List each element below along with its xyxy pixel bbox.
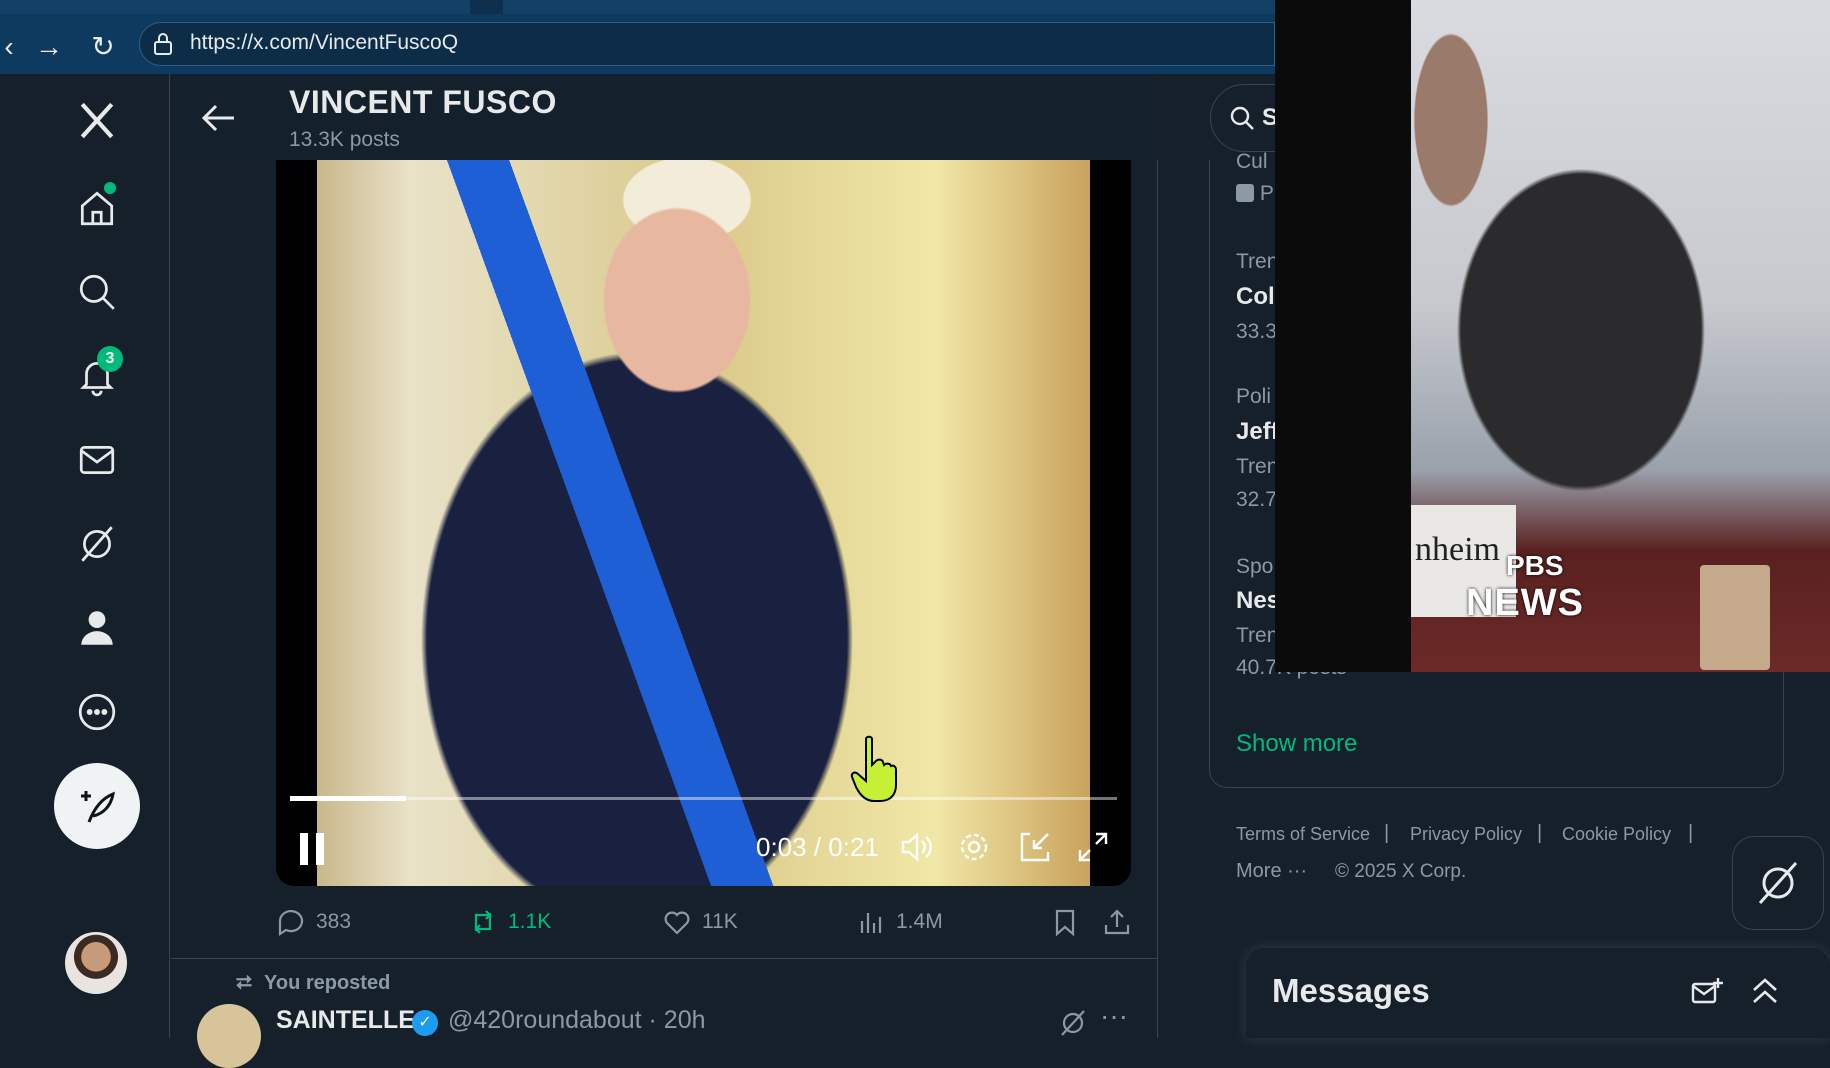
grok-icon (1758, 861, 1798, 905)
reply-icon (278, 910, 304, 937)
show-more-link[interactable]: Show more (1236, 730, 1357, 758)
trend-title[interactable]: Nes (1236, 587, 1280, 615)
hand-cursor-icon (850, 735, 897, 802)
repost-button[interactable]: 1.1K (468, 904, 551, 940)
footer-separator: | (1688, 822, 1694, 844)
trend-category: Poli (1236, 385, 1272, 408)
trend-title[interactable]: Col (1236, 283, 1275, 311)
reply-button[interactable]: 383 (276, 904, 351, 940)
post-count: 13.3K posts (289, 128, 400, 151)
terms-link[interactable]: Terms of Service (1236, 824, 1370, 845)
trend-title[interactable]: Jeff (1236, 418, 1279, 446)
like-button[interactable]: 11K (662, 904, 738, 940)
pbs-logo-line1: PBS (1506, 550, 1564, 581)
grok-icon[interactable] (71, 518, 123, 570)
video-progress-track[interactable] (290, 797, 1117, 800)
tab-strip (0, 0, 1275, 14)
profile-name: VINCENT FUSCO (289, 84, 557, 120)
grok-floating-button[interactable] (1732, 836, 1824, 930)
pip-cup (1700, 565, 1770, 670)
reposted-text: You reposted (264, 972, 391, 994)
trend-category: Cul (1236, 150, 1268, 173)
pbs-logo-line2: NEWS (1466, 582, 1584, 624)
verified-badge-icon: ✓ (412, 1010, 438, 1036)
pause-icon[interactable] (300, 833, 328, 865)
post-author-handle[interactable]: @420roundabout · 20h (448, 1006, 706, 1035)
repost-icon (474, 910, 492, 934)
search-icon (1230, 106, 1254, 130)
footer-separator: | (1384, 822, 1390, 844)
bookmark-icon (1055, 909, 1075, 937)
reposted-label: ⮂ You reposted (236, 972, 390, 995)
share-button[interactable] (1102, 904, 1132, 940)
grok-icon[interactable] (1058, 1008, 1088, 1038)
back-nav-icon[interactable]: ‹ (0, 30, 26, 64)
views-button[interactable]: 1.4M (856, 904, 943, 940)
pbs-news-logo: PBS NEWS (1466, 550, 1584, 625)
like-count: 11K (702, 910, 738, 933)
search-icon[interactable] (71, 266, 123, 318)
repost-count: 1.1K (508, 910, 552, 933)
back-arrow-icon[interactable] (198, 100, 238, 136)
profile-icon[interactable] (71, 602, 123, 654)
collapse-up-icon[interactable] (1748, 974, 1782, 1008)
post-divider (171, 958, 1158, 959)
footer-more-link[interactable]: More ··· (1236, 860, 1307, 883)
browser-tab[interactable] (0, 0, 470, 14)
footer-separator: | (1537, 822, 1543, 844)
url-text[interactable]: https://x.com/VincentFuscoQ (190, 31, 458, 55)
reload-icon[interactable]: ↻ (86, 30, 120, 64)
fullscreen-icon[interactable] (1074, 828, 1112, 866)
trend-title-text: P (1259, 182, 1274, 205)
video-progress-fill (290, 796, 406, 801)
share-icon (1104, 909, 1130, 935)
notification-badge: 3 (97, 346, 123, 372)
repost-small-icon: ⮂ (236, 972, 252, 994)
trend-meta: Tren (1236, 455, 1279, 478)
privacy-link[interactable]: Privacy Policy (1410, 824, 1522, 845)
more-circle-icon[interactable] (71, 686, 123, 738)
browser-tab[interactable] (503, 0, 1275, 14)
trend-count: 32.7 (1236, 488, 1277, 511)
video-time: 0:03 / 0:21 (756, 832, 879, 862)
post-button[interactable] (54, 763, 140, 849)
video-frame[interactable] (317, 160, 1090, 886)
x-logo-icon[interactable] (71, 94, 123, 146)
reply-count: 383 (316, 910, 352, 933)
pip-letterbox (1275, 0, 1411, 672)
feather-plus-icon (81, 791, 115, 823)
view-count: 1.4M (896, 910, 943, 933)
volume-icon[interactable] (898, 828, 936, 866)
mail-icon[interactable] (71, 434, 123, 486)
messages-title: Messages (1272, 972, 1430, 1009)
more-options-icon[interactable]: ··· (1100, 1000, 1128, 1032)
settings-gear-icon[interactable] (955, 828, 993, 866)
forward-icon[interactable]: → (32, 30, 66, 64)
trend-category: Tren (1236, 250, 1279, 273)
heart-icon (664, 911, 690, 935)
trend-meta: Tren (1236, 624, 1279, 647)
trend-count: 33.3 (1236, 320, 1277, 343)
home-unread-dot (104, 182, 116, 194)
pip-icon[interactable] (1016, 828, 1054, 866)
cookie-link[interactable]: Cookie Policy (1562, 824, 1671, 845)
new-message-icon[interactable] (1690, 976, 1724, 1010)
trend-title: P (1236, 182, 1274, 206)
post-author-name[interactable]: SAINTELLE (276, 1006, 415, 1035)
copyright: © 2025 X Corp. (1335, 861, 1467, 882)
account-avatar[interactable] (63, 930, 129, 996)
bookmark-button[interactable] (1050, 904, 1080, 940)
analytics-icon (860, 913, 882, 933)
trend-category: Spo (1236, 555, 1274, 578)
post-author-avatar[interactable] (197, 1004, 261, 1068)
lock-icon (154, 33, 172, 55)
